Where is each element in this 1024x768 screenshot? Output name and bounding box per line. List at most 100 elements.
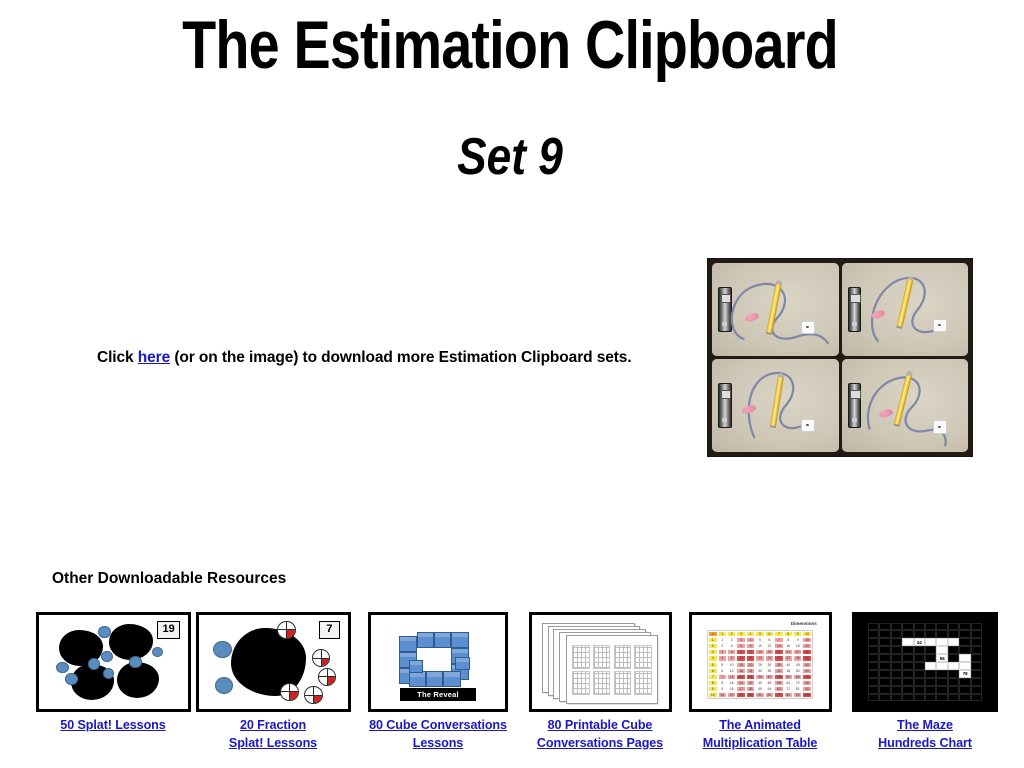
cube-cell <box>572 645 590 670</box>
maze-cell <box>879 669 891 678</box>
multiplication-cell: 60 <box>764 691 775 698</box>
maze-cell <box>947 622 960 631</box>
maze-cell <box>947 685 960 694</box>
maze-path-cell <box>936 661 948 670</box>
page-sheet-front <box>565 634 659 705</box>
multiplication-cell: 80 <box>783 691 794 698</box>
clipboard-panel-4 <box>841 359 968 452</box>
resource-item-fraction-splat[interactable]: 7 20 Fraction Splat! Lessons <box>190 612 356 753</box>
maze-cell <box>867 661 880 670</box>
maze-chart-thumbnail[interactable]: 34 56 78 <box>852 612 998 712</box>
maze-cell <box>902 693 914 702</box>
resources-heading: Other Downloadable Resources <box>52 570 287 587</box>
maze-path-cell: 56 <box>936 654 948 662</box>
maze-cell <box>879 693 891 702</box>
counter-dot <box>101 650 113 663</box>
maze-cell <box>867 638 880 647</box>
maze-path-cell <box>947 638 960 647</box>
counter-dot <box>98 626 111 638</box>
maze-cell <box>947 693 960 702</box>
multiplication-cell: 40 <box>745 691 756 698</box>
maze-cell <box>970 646 983 655</box>
maze-cell <box>970 693 983 702</box>
resource-caption-link[interactable]: The Maze Hundreds Chart <box>845 717 1005 753</box>
download-here-link[interactable]: here <box>138 349 170 366</box>
maze-cell <box>867 693 880 702</box>
fraction-count-badge: 7 <box>318 620 341 639</box>
maze-cell <box>936 630 948 639</box>
maze-cell <box>890 622 903 631</box>
resource-caption-link[interactable]: The Animated Multiplication Table <box>685 717 835 753</box>
maze-path-cell <box>924 661 937 670</box>
splat-count-badge: 19 <box>157 620 181 639</box>
multiplication-table-thumbnail[interactable]: Dimensions × 1 2 3 4 5 6 7 8 9 10 1 1 2 3 4 5 6 7 8 9 10 2 2 4 6 8… <box>688 612 832 712</box>
maze-cell <box>936 622 948 631</box>
resource-item-cube-conversations[interactable]: The Reveal 80 Cube Conversations Lessons <box>363 612 513 753</box>
cube-cell <box>592 645 611 670</box>
maze-path-cell <box>936 646 948 655</box>
maze-cell <box>947 677 960 686</box>
cube-block <box>416 631 434 648</box>
maze-cell <box>879 654 891 662</box>
counter-dot <box>129 656 142 668</box>
maze-cell <box>879 622 891 631</box>
maze-cell <box>890 646 903 655</box>
maze-cell <box>959 677 971 686</box>
maze-cell <box>913 685 925 694</box>
resource-caption-link[interactable]: 80 Cube Conversations Lessons <box>363 717 513 753</box>
resource-item-maze-chart[interactable]: 34 56 78 The Maze Hundreds Chart <box>845 612 1005 753</box>
maze-cell <box>867 669 880 678</box>
maze-cell <box>879 661 891 670</box>
maze-cell <box>913 630 925 639</box>
page-title: The Estimation Clipboard <box>182 7 838 83</box>
fraction-splat-thumbnail[interactable]: 7 <box>195 612 351 712</box>
maze-cell <box>959 630 971 639</box>
maze-path-cell <box>936 638 948 647</box>
multiplication-cell: 10 <box>717 691 727 698</box>
caption-line-2: Splat! Lessons <box>228 735 318 750</box>
counter-dot <box>87 658 101 670</box>
cube-block <box>433 631 452 648</box>
cube-block <box>451 631 469 648</box>
cube-cell <box>592 671 611 696</box>
multiplication-cell: 20 <box>726 691 737 698</box>
resource-caption-link[interactable]: 20 Fraction Splat! Lessons <box>190 717 356 753</box>
counter-dot <box>65 673 78 685</box>
caption-line-2: Conversations Pages <box>536 735 664 750</box>
counter-dot <box>56 662 69 674</box>
maze-cell <box>902 685 914 694</box>
caption-line-1: 50 Splat! Lessons <box>60 718 166 732</box>
reveal-label: The Reveal <box>400 688 476 702</box>
caption-line-1: The Animated <box>719 718 801 732</box>
clipboard-panel-2 <box>841 263 968 356</box>
caption-line-2: Hundreds Chart <box>878 735 972 750</box>
maze-cell <box>970 685 983 694</box>
resource-caption-link[interactable]: 80 Printable Cube Conversations Pages <box>525 717 675 753</box>
resource-item-multiplication-table[interactable]: Dimensions × 1 2 3 4 5 6 7 8 9 10 1 1 2 3 4 5 6 7 8 9 10 2 2 4 6 8… <box>685 612 835 753</box>
maze-cell <box>924 630 937 639</box>
page-subtitle: Set 9 <box>457 128 563 186</box>
fraction-circle-icon <box>317 667 337 686</box>
printable-pages-thumbnail[interactable] <box>528 612 672 712</box>
cube-cell <box>634 671 652 696</box>
cube-block <box>408 660 424 674</box>
clipboard-photo-grid[interactable] <box>707 258 973 457</box>
resource-item-splat[interactable]: 19 50 Splat! Lessons <box>30 612 196 735</box>
splat-thumbnail[interactable]: 19 <box>35 612 191 712</box>
resource-caption-link[interactable]: 50 Splat! Lessons <box>30 717 196 735</box>
maze-cell <box>867 654 880 662</box>
maze-cell <box>879 677 891 686</box>
cube-reveal-thumbnail[interactable]: The Reveal <box>368 612 508 712</box>
counter-dot <box>214 677 234 695</box>
maze-cell <box>924 677 937 686</box>
die-icon <box>932 420 947 434</box>
maze-background: 34 56 78 <box>855 615 995 709</box>
instruction-prefix: Click <box>97 349 138 366</box>
clipboard-panel-1 <box>712 263 839 356</box>
maze-cell <box>924 669 937 678</box>
maze-grid: 34 56 78 <box>867 622 983 702</box>
multiplication-cell: 100 <box>802 691 812 698</box>
resource-item-printable-pages[interactable]: 80 Printable Cube Conversations Pages <box>525 612 675 753</box>
caption-line-1: 80 Printable Cube <box>547 718 653 732</box>
maze-cell <box>970 638 983 647</box>
